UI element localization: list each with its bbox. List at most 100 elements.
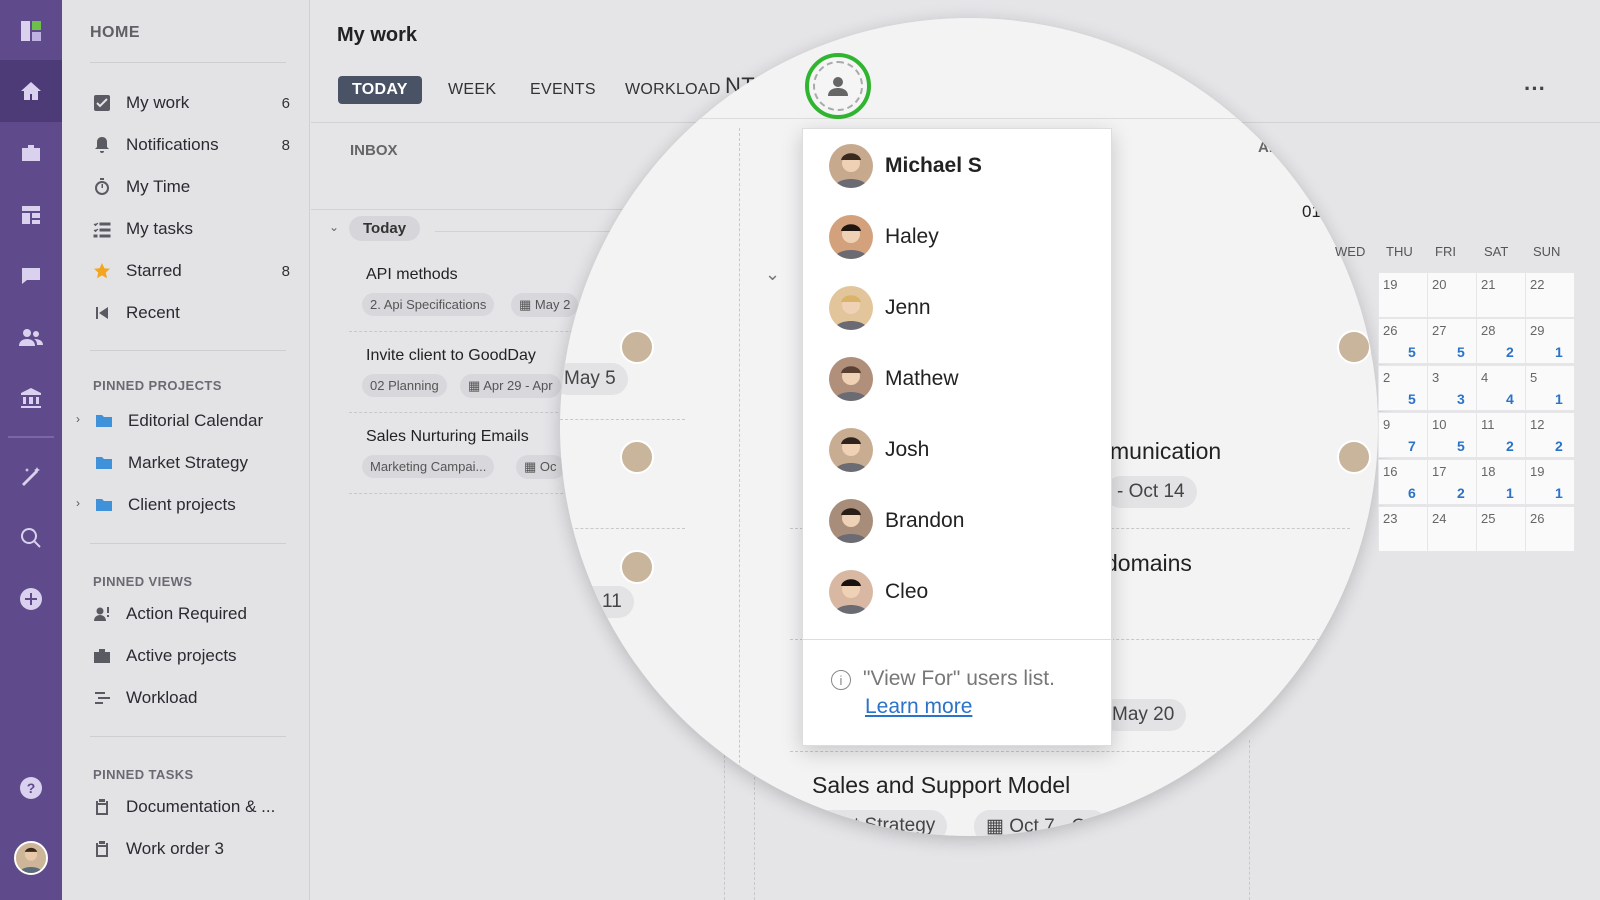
more-options-icon[interactable]: ···	[1524, 76, 1546, 102]
assignee-avatar[interactable]	[620, 440, 654, 474]
task-title[interactable]: Invite client to GoodDay	[366, 347, 536, 365]
assignee-avatar[interactable]	[1337, 330, 1371, 364]
project-tag[interactable]: 2. Api Specifications	[362, 293, 495, 316]
learn-more-link[interactable]: Learn more	[865, 695, 972, 719]
assignee-avatar[interactable]	[620, 550, 654, 584]
sidebar-item-label: My work	[126, 93, 190, 112]
user-avatar[interactable]	[14, 841, 48, 875]
count-badge: 8	[281, 136, 290, 154]
sidebar-view-active-projects[interactable]: Active projects	[90, 638, 290, 674]
calendar-date: 9	[1383, 417, 1391, 432]
project-tag[interactable]: Marketing Campai...	[362, 455, 495, 478]
sidebar-item-notifications[interactable]: Notifications 8	[90, 127, 290, 163]
task-title[interactable]: API methods	[366, 266, 458, 284]
project-tag[interactable]: arket Strategy	[805, 810, 948, 836]
user-option-jenn[interactable]: Jenn	[829, 279, 1099, 337]
add-icon[interactable]	[0, 568, 62, 630]
chevron-right-icon[interactable]: ›	[76, 412, 80, 426]
briefcase-icon[interactable]	[0, 122, 62, 184]
dashboard-icon[interactable]	[0, 184, 62, 246]
calendar-date: 29	[1530, 323, 1545, 338]
chevron-right-icon[interactable]: ›	[76, 496, 80, 510]
calendar-date: 16	[1383, 464, 1398, 479]
task-title[interactable]: Sales Nurturing Emails	[366, 428, 529, 446]
view-for-button[interactable]	[805, 53, 871, 119]
sidebar-item-label: My Time	[126, 177, 191, 196]
calendar-task-count: 2	[1506, 344, 1514, 360]
sidebar-item-label: My tasks	[126, 219, 194, 238]
calendar-task-count: 5	[1408, 344, 1416, 360]
tab-week[interactable]: WEEK	[434, 76, 510, 104]
search-icon[interactable]	[0, 507, 62, 569]
home-icon[interactable]	[0, 60, 62, 122]
task-title[interactable]: Sales and Support Model	[812, 772, 1070, 799]
calendar-date: 25	[1481, 511, 1496, 526]
user-avatar	[829, 286, 873, 330]
sidebar-project-market-strategy[interactable]: Market Strategy	[92, 445, 292, 481]
chevron-right-icon[interactable]: ›	[1355, 200, 1362, 223]
calendar-year: 019	[1302, 202, 1331, 221]
user-option-michael-s[interactable]: Michael S	[829, 137, 1099, 195]
chevron-down-icon[interactable]: ⌄	[765, 264, 780, 285]
count-badge: 6	[281, 94, 290, 112]
sidebar-item-label: Workload	[126, 688, 198, 707]
sidebar-view-workload[interactable]: Workload	[90, 680, 290, 716]
people-icon[interactable]	[0, 306, 62, 368]
user-option-brandon[interactable]: Brandon	[829, 492, 1099, 550]
help-icon[interactable]: ?	[0, 757, 62, 819]
user-option-cleo[interactable]: Cleo	[829, 563, 1099, 621]
sidebar-project-editorial-calendar[interactable]: Editorial Calendar	[92, 403, 292, 439]
sidebar-item-label: Action Required	[126, 604, 247, 623]
task-title[interactable]: domains	[1105, 550, 1192, 577]
calendar-task-count: 2	[1506, 438, 1514, 454]
checkbox-icon	[90, 91, 114, 115]
magic-wand-icon[interactable]	[0, 446, 62, 508]
sidebar-item-starred[interactable]: Starred 8	[90, 253, 290, 289]
date-tag: ▦ May 2	[511, 293, 579, 317]
calendar-weekday: FRI	[1435, 244, 1456, 259]
calendar-date: 28	[1481, 323, 1496, 338]
tab-today[interactable]: TODAY	[338, 76, 422, 104]
logo-icon[interactable]	[0, 0, 62, 62]
sidebar-item-recent[interactable]: Recent	[90, 295, 290, 331]
assignee-avatar[interactable]	[620, 330, 654, 364]
sidebar-view-action-required[interactable]: Action Required	[90, 596, 290, 632]
date-tag: ▦ Oc	[516, 455, 565, 479]
chevron-down-icon[interactable]: ⌄	[329, 220, 339, 234]
calendar-weekday: SUN	[1533, 244, 1561, 259]
pinned-tasks-heading: PINNED TASKS	[93, 767, 194, 782]
calendar-task-count: 5	[1408, 391, 1416, 407]
assignee-avatar[interactable]	[1337, 440, 1371, 474]
sidebar-item-my-work[interactable]: My work 6	[90, 85, 290, 121]
sidebar-item-my-tasks[interactable]: My tasks	[90, 211, 290, 247]
app-rail: ?	[0, 0, 62, 900]
folder-icon	[92, 451, 116, 475]
today-group-chip[interactable]: Today	[349, 216, 421, 241]
date-tag: ▦ Oct 7 - Oc	[974, 810, 1108, 836]
project-tag[interactable]: 02 Planning	[362, 374, 447, 397]
calendar-date: 20	[1432, 277, 1447, 292]
calendar-icon: ▦	[519, 297, 535, 312]
sidebar-item-label: Recent	[126, 303, 180, 322]
user-name: Jenn	[885, 296, 931, 319]
task-title[interactable]: munication	[1110, 438, 1221, 465]
tab-events[interactable]: EVENTS	[516, 76, 610, 104]
sidebar-project-client-projects[interactable]: Client projects	[92, 487, 292, 523]
calendar-date: 18	[1481, 464, 1496, 479]
user-option-josh[interactable]: Josh	[829, 421, 1099, 479]
sidebar-task-documentation[interactable]: Documentation & ...	[90, 789, 290, 825]
user-option-mathew[interactable]: Mathew	[829, 350, 1099, 408]
calendar-weekday: THU	[1386, 244, 1413, 259]
user-option-haley[interactable]: Haley	[829, 208, 1099, 266]
sidebar-home-heading[interactable]: HOME	[90, 24, 140, 42]
sidebar-item-my-time[interactable]: My Time	[90, 169, 290, 205]
sidebar-task-work-order-3[interactable]: Work order 3	[90, 831, 290, 867]
calendar-date: 23	[1383, 511, 1398, 526]
calendar-heading[interactable]: ALENDAR ⌄	[1258, 138, 1348, 156]
calendar-weekday: WED	[1335, 244, 1366, 259]
chat-icon[interactable]	[0, 245, 62, 307]
user-name: Brandon	[885, 509, 965, 532]
star-icon	[90, 259, 114, 283]
calendar-task-count: 1	[1555, 485, 1563, 501]
bank-icon[interactable]	[0, 367, 62, 429]
